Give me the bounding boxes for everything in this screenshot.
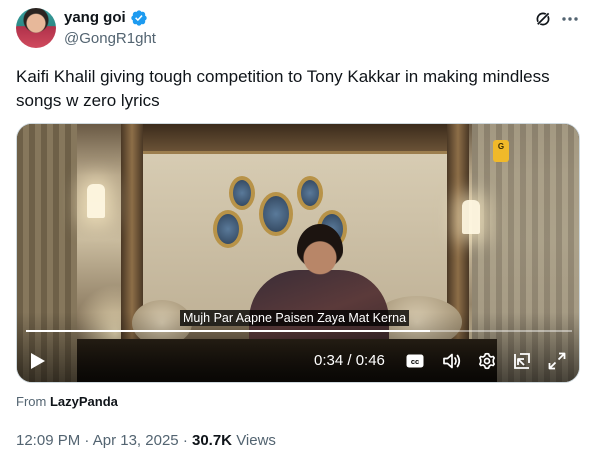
tweet-text: Kaifi Khalil giving tough competition to…: [16, 67, 550, 110]
video-player[interactable]: G Mujh Par Aapne Paisen Zaya Mat Kerna 0…: [16, 123, 580, 383]
fullscreen-icon[interactable]: [548, 352, 566, 370]
video-source: From LazyPanda: [16, 394, 118, 410]
video-arch: [132, 124, 462, 154]
video-progress-bar[interactable]: [26, 330, 572, 332]
video-mirror: [213, 210, 243, 248]
cc-icon[interactable]: cc: [406, 353, 424, 369]
video-progress-fill: [26, 330, 431, 332]
video-person-head: [297, 224, 343, 276]
channel-watermark-logo: G: [493, 140, 509, 162]
meta-separator: ·: [182, 432, 188, 449]
video-mirror: [229, 176, 255, 210]
video-lamp-left: [87, 184, 105, 218]
svg-text:cc: cc: [411, 357, 419, 366]
tweet-meta: 12:09 PM · Apr 13, 2025 · 30.7K Views: [16, 431, 276, 451]
volume-icon[interactable]: [442, 352, 462, 370]
views-count[interactable]: 30.7K: [192, 432, 232, 449]
tweet-time[interactable]: 12:09 PM: [16, 432, 80, 449]
video-lamp-right: [462, 200, 480, 234]
gear-icon[interactable]: [477, 351, 497, 371]
views-label: Views: [236, 432, 276, 449]
author-name-row: yang goi: [64, 8, 148, 28]
avatar[interactable]: [16, 8, 56, 48]
video-mirror: [259, 192, 293, 236]
meta-separator: ·: [84, 432, 90, 449]
play-icon[interactable]: [30, 352, 46, 370]
video-mirror: [297, 176, 323, 210]
author-handle[interactable]: @GongR1ght: [64, 29, 156, 49]
grok-icon[interactable]: [534, 10, 552, 28]
video-source-prefix: From: [16, 394, 47, 409]
video-source-name[interactable]: LazyPanda: [50, 394, 118, 409]
author-display-name[interactable]: yang goi: [64, 8, 126, 28]
tweet-date[interactable]: Apr 13, 2025: [93, 432, 179, 449]
verified-badge-icon[interactable]: [130, 9, 148, 27]
more-options-icon[interactable]: [560, 10, 580, 28]
video-time: 0:34 / 0:46: [314, 352, 385, 369]
picture-in-picture-icon[interactable]: [513, 352, 531, 370]
video-caption: Mujh Par Aapne Paisen Zaya Mat Kerna: [180, 310, 410, 326]
